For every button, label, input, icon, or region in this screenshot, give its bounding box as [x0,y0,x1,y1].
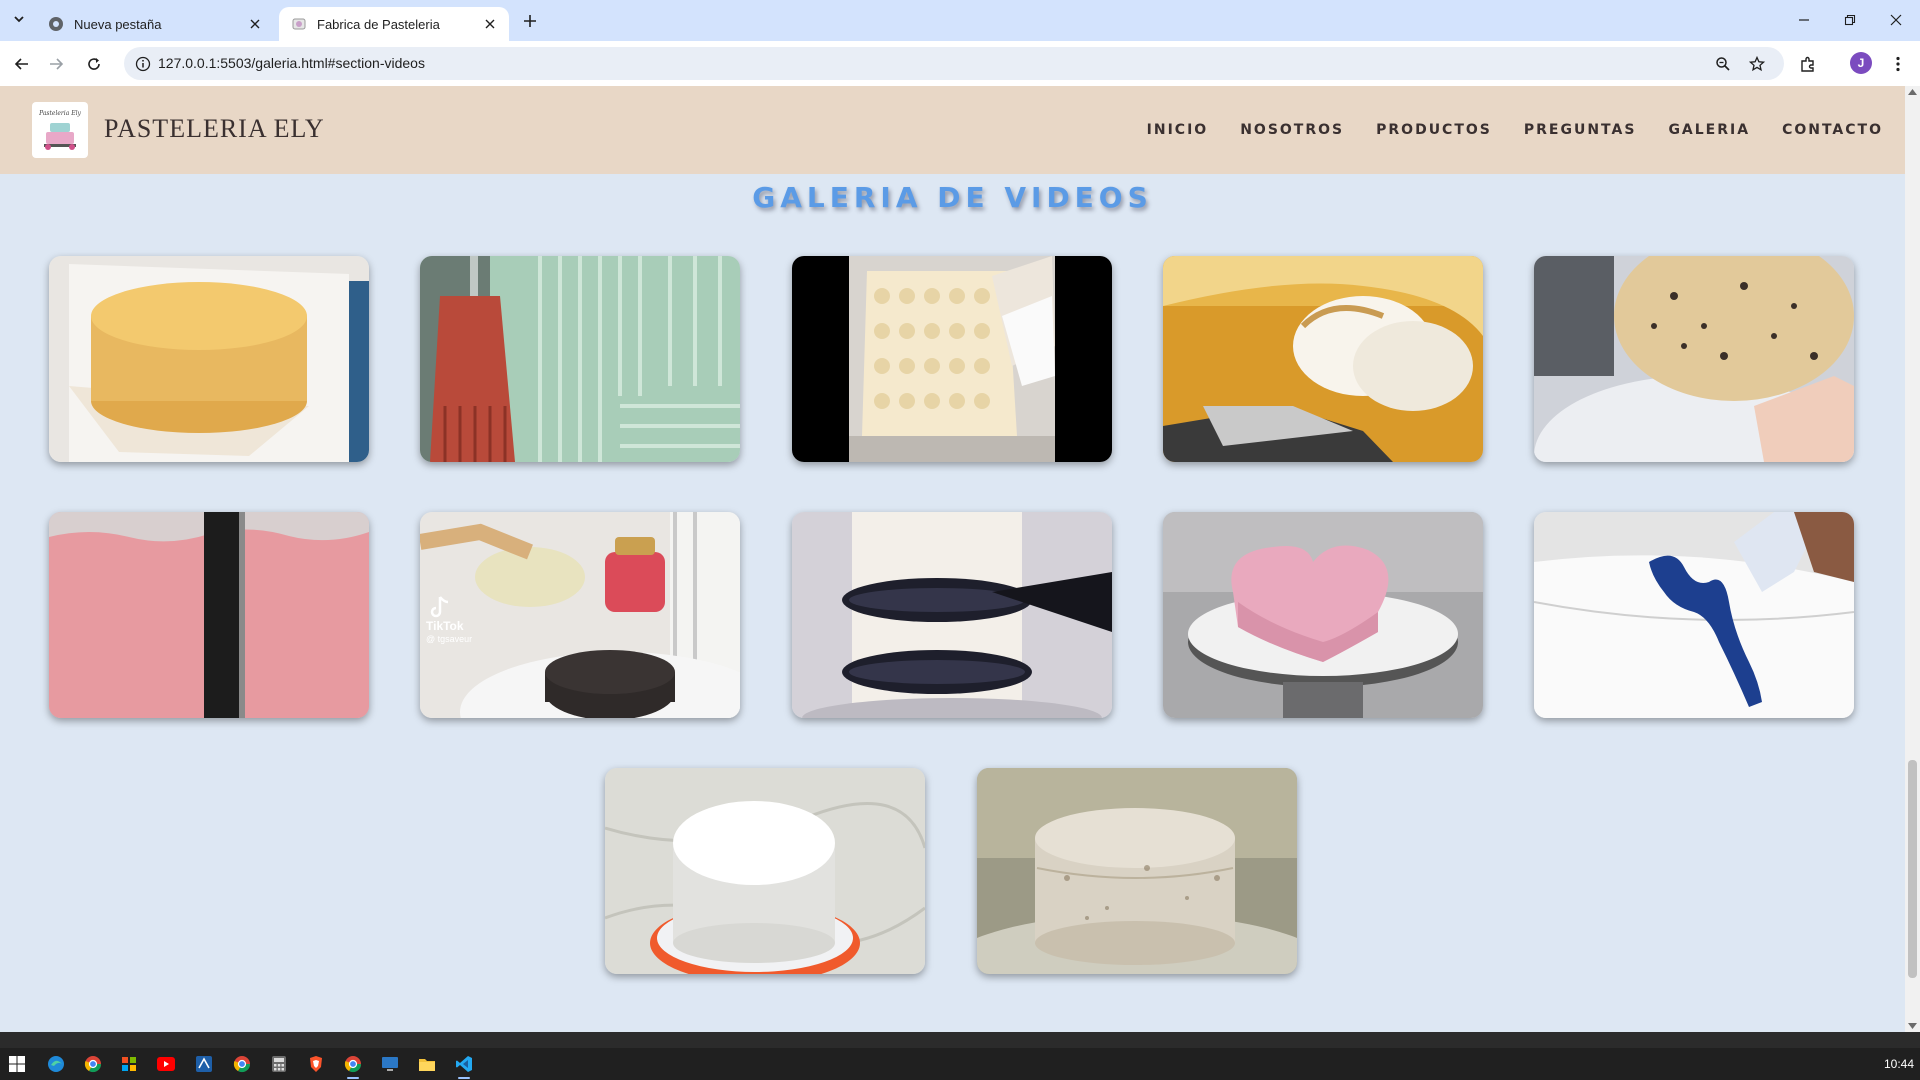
browser-toolbar: 127.0.0.1:5503/galeria.html#section-vide… [0,41,1920,86]
ide-icon[interactable] [193,1054,215,1074]
plus-icon [524,15,536,27]
calculator-icon[interactable] [268,1054,290,1074]
cake-logo-icon: Pasteleria Ely [38,110,82,150]
restore-icon [1844,14,1856,26]
extensions-button[interactable] [1794,50,1822,78]
nav-preguntas[interactable]: PREGUNTAS [1524,122,1637,138]
page-scrollbar[interactable] [1905,86,1920,1032]
bookmark-star-icon[interactable] [1744,51,1769,76]
video-4-meringue-torch[interactable] [1163,256,1483,462]
windows-taskbar: 10:44 [0,1048,1920,1080]
video-9-pink-heart-cake[interactable] [1163,512,1483,718]
tab-fabrica-de-pasteleria[interactable]: Fabrica de Pasteleria [279,7,509,41]
address-bar[interactable]: 127.0.0.1:5503/galeria.html#section-vide… [124,47,1784,80]
video-12-naked-rustic-cake[interactable] [977,768,1297,974]
video-11-white-fondant-cake[interactable] [605,768,925,974]
browser-menu-button[interactable] [1884,50,1912,78]
profile-avatar[interactable]: J [1850,52,1872,74]
page-favicon-icon [291,16,307,32]
forward-button[interactable] [42,50,70,78]
close-icon[interactable] [246,15,264,33]
close-icon [1890,14,1902,26]
minimize-icon [1799,19,1809,21]
site-header: Pasteleria Ely PASTELERIA ELY INICIO NOS… [0,86,1905,174]
puzzle-icon [1801,56,1814,72]
tab-strip: Nueva pestaña Fabrica de Pasteleria [0,0,1920,41]
remote-desktop-icon[interactable] [379,1054,401,1074]
tab-title: Nueva pestaña [74,16,162,32]
chrome-icon-active[interactable] [342,1054,364,1079]
video-8-black-bows[interactable] [792,512,1112,718]
close-window-button[interactable] [1882,8,1910,32]
new-tab-button[interactable] [518,9,542,33]
nav-contacto[interactable]: CONTACTO [1782,122,1883,138]
video-10-blue-wave-piping[interactable] [1534,512,1854,718]
scroll-down-icon[interactable] [1908,1023,1917,1029]
close-icon[interactable] [481,15,499,33]
video-6-pink-buttercream[interactable] [49,512,369,718]
video-7-syrup-chocolate-sponge[interactable]: TikTok @ tgsaveur [420,512,740,718]
reload-button[interactable] [80,50,108,78]
chrome-icon-2[interactable] [231,1054,253,1074]
video-1-sponge-cake[interactable] [49,256,369,462]
tiktok-label: TikTok [426,619,464,633]
video-5-chocolate-chip-sponge[interactable] [1534,256,1854,462]
chrome-icon [48,16,64,32]
scrollbar-thumb[interactable] [1908,760,1917,978]
file-explorer-icon[interactable] [416,1054,438,1074]
chevron-down-icon [14,16,24,23]
brave-icon[interactable] [305,1054,327,1074]
nav-productos[interactable]: PRODUCTOS [1376,122,1492,138]
scroll-up-icon[interactable] [1908,89,1917,95]
main-nav: INICIO NOSOTROS PRODUCTOS PREGUNTAS GALE… [1147,122,1883,138]
tab-search-button[interactable] [8,8,30,30]
logo-text: Pasteleria Ely [38,110,81,117]
nav-nosotros[interactable]: NOSOTROS [1240,122,1344,138]
windows-start-icon[interactable] [6,1054,28,1074]
vscode-icon[interactable] [453,1054,475,1079]
minimize-button[interactable] [1790,8,1818,32]
tab-title: Fabrica de Pasteleria [317,16,440,32]
site-brand-name[interactable]: PASTELERIA ELY [104,114,325,144]
tab-nueva-pestana[interactable]: Nueva pestaña [36,7,274,41]
back-button[interactable] [8,50,36,78]
tiktok-user: @ tgsaveur [426,634,472,644]
edge-icon[interactable] [45,1054,67,1074]
video-3-buttercream-ruffles[interactable] [792,256,1112,462]
reload-icon [88,58,100,70]
more-vertical-icon [1896,56,1900,72]
page-footer-strip [0,1032,1920,1048]
zoom-icon[interactable] [1710,51,1735,76]
restore-button[interactable] [1836,8,1864,32]
taskbar-clock[interactable]: 10:44 [1884,1057,1914,1071]
url-text[interactable]: 127.0.0.1:5503/galeria.html#section-vide… [158,55,425,71]
nav-inicio[interactable]: INICIO [1147,122,1209,138]
nav-galeria[interactable]: GALERIA [1668,122,1750,138]
chrome-icon[interactable] [82,1054,104,1074]
arrow-right-icon [50,58,64,70]
site-logo[interactable]: Pasteleria Ely [32,102,88,158]
gallery-title: GALERIA DE VIDEOS [752,181,1153,214]
youtube-icon[interactable] [155,1054,177,1074]
site-info-icon[interactable] [130,51,155,76]
store-icon[interactable] [118,1054,140,1074]
arrow-left-icon [14,58,28,70]
video-2-brush-green-cake[interactable] [420,256,740,462]
page-viewport: Pasteleria Ely PASTELERIA ELY INICIO NOS… [0,86,1905,1032]
